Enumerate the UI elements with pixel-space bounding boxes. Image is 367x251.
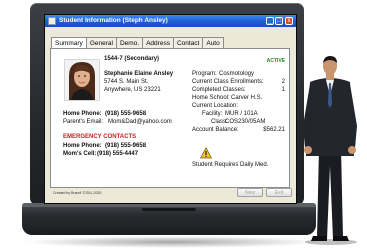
moms-cell-value: (918) 555-4447 — [97, 151, 139, 157]
businessman-figure — [303, 56, 357, 245]
new-button[interactable]: New — [237, 188, 263, 197]
student-id: 1544-7 (Secondary) — [104, 56, 160, 62]
program-label: Program: — [192, 71, 217, 77]
window-title: Student Information (Steph Ansley) — [59, 17, 168, 24]
laptop-shadow — [22, 236, 322, 248]
emergency-home-phone-value: (918) 555-9658 — [105, 143, 147, 149]
completed-label: Completed Classes: — [192, 87, 246, 93]
maximize-button[interactable]: □ — [275, 17, 283, 25]
laptop-base — [22, 203, 316, 235]
parent-email-value[interactable]: Mom&Dad@yahoo.com — [108, 118, 172, 126]
status-badge: ACTIVE — [266, 58, 285, 64]
home-phone-label: Home Phone: — [63, 111, 102, 117]
credits-text: Created by Brand! ©2011-2020 — [53, 191, 102, 195]
window-titlebar: Student Information (Steph Ansley) _ □ x — [45, 15, 296, 27]
minimize-button[interactable]: _ — [266, 17, 274, 25]
app-window-icon — [48, 17, 56, 25]
alert-text: Student Requires Daily Med. — [192, 162, 269, 168]
home-school-value: Carver H.S. — [231, 95, 263, 101]
emergency-contacts-heading: EMERGENCY CONTACTS — [63, 134, 137, 140]
student-photo-image — [65, 60, 99, 100]
home-school-label: Home School: — [192, 95, 230, 101]
laptop-screen: Student Information (Steph Ansley) _ □ x… — [44, 14, 297, 204]
emergency-home-phone-label: Home Phone: — [63, 143, 102, 149]
laptop-base-notch — [142, 208, 196, 211]
parent-email-label: Parent's Email: — [63, 119, 104, 125]
program-value: Cosmotology — [219, 71, 255, 77]
account-balance-value: $562.21 — [263, 127, 285, 133]
warning-icon — [200, 147, 212, 159]
address-line-1: 5744 S. Main St. — [104, 79, 149, 85]
home-phone-value: (918) 555-9658 — [105, 111, 147, 117]
class-value: COS230/05AM — [225, 119, 266, 125]
facility-value: MUR / 101A — [225, 111, 258, 117]
facility-label: Facility: — [202, 111, 223, 117]
summary-panel: 1544-7 (Secondary) ACTIVE Stephanie Elai… — [50, 48, 290, 188]
close-button[interactable]: x — [285, 17, 293, 25]
completed-value: 1 — [281, 87, 285, 93]
enrollments-label: Current Class Enrollments: — [192, 79, 264, 85]
enrollments-value: 2 — [281, 79, 285, 85]
account-balance-label: Account Balance: — [192, 127, 239, 133]
address-line-2: Anywhere, US 23221 — [104, 87, 161, 93]
student-photo — [64, 59, 100, 101]
student-name: Stephanie Elaine Ansley — [104, 71, 174, 77]
exit-button[interactable]: Exit — [266, 188, 292, 197]
current-location-label: Current Location: — [192, 103, 239, 109]
moms-cell-label: Mom's Cell: — [63, 151, 97, 157]
